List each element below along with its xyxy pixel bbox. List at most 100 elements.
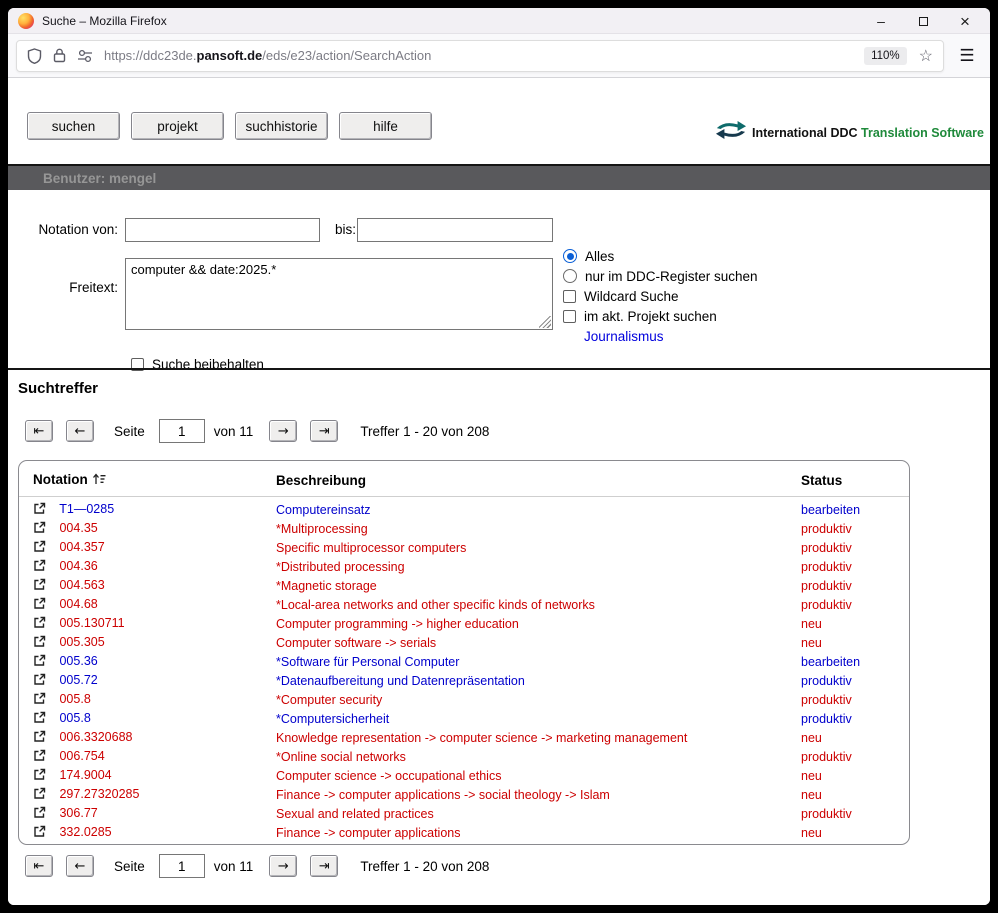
notation-von-input[interactable]: [125, 218, 320, 242]
row-beschreibung-link[interactable]: Computer programming -> higher education: [276, 617, 519, 631]
external-link-icon[interactable]: [33, 806, 46, 824]
external-link-icon[interactable]: [33, 711, 46, 729]
row-notation-link[interactable]: T1—0285: [59, 502, 114, 516]
row-beschreibung-link[interactable]: *Online social networks: [276, 750, 406, 764]
user-bar: Benutzer: mengel: [8, 166, 990, 190]
row-beschreibung-link[interactable]: *Computer security: [276, 693, 382, 707]
lock-icon[interactable]: [53, 48, 66, 63]
external-link-icon[interactable]: [33, 692, 46, 710]
external-link-icon[interactable]: [33, 654, 46, 672]
row-beschreibung-link[interactable]: Specific multiprocessor computers: [276, 541, 466, 555]
external-link-icon[interactable]: [33, 787, 46, 805]
external-link-icon[interactable]: [33, 540, 46, 558]
external-link-icon[interactable]: [33, 578, 46, 596]
row-beschreibung-link[interactable]: Finance -> computer applications -> soci…: [276, 788, 610, 802]
row-notation-link[interactable]: 306.77: [59, 806, 97, 820]
nav-button-suchhistorie[interactable]: suchhistorie: [235, 112, 328, 140]
row-notation-link[interactable]: 006.3320688: [59, 730, 132, 744]
row-notation-link[interactable]: 332.0285: [59, 825, 111, 839]
permissions-icon[interactable]: [77, 49, 93, 63]
nav-button-suchen[interactable]: suchen: [27, 112, 120, 140]
row-beschreibung-link[interactable]: Finance -> computer applications: [276, 826, 460, 840]
row-beschreibung-link[interactable]: *Magnetic storage: [276, 579, 377, 593]
prev-page-button[interactable]: ←: [66, 420, 94, 442]
table-row: 332.0285 Finance -> computer application…: [19, 824, 909, 843]
page-number-input[interactable]: [159, 419, 205, 443]
column-header-beschreibung[interactable]: Beschreibung: [276, 466, 801, 497]
prev-page-button[interactable]: ←: [66, 855, 94, 877]
alles-radio[interactable]: [563, 249, 577, 263]
projekt-link[interactable]: Journalismus: [584, 329, 664, 344]
external-link-icon[interactable]: [33, 616, 46, 634]
table-row: 174.9004 Computer science -> occupationa…: [19, 767, 909, 786]
minimize-button[interactable]: –: [860, 8, 902, 34]
row-beschreibung-link[interactable]: *Multiprocessing: [276, 522, 368, 536]
row-beschreibung-link[interactable]: Computer science -> occupational ethics: [276, 769, 501, 783]
last-page-button[interactable]: ⇥: [310, 420, 338, 442]
page-number-input[interactable]: [159, 854, 205, 878]
row-notation-link[interactable]: 005.130711: [59, 616, 124, 630]
first-page-button[interactable]: ⇤: [25, 420, 53, 442]
bookmark-star-icon[interactable]: ☆: [919, 46, 933, 66]
freitext-input[interactable]: computer && date:2025.*: [125, 258, 553, 330]
row-notation-link[interactable]: 004.35: [59, 521, 97, 535]
row-beschreibung-link[interactable]: Knowledge representation -> computer sci…: [276, 731, 687, 745]
register-radio[interactable]: [563, 269, 577, 283]
row-status: neu: [801, 769, 822, 783]
notation-bis-input[interactable]: [357, 218, 553, 242]
row-notation-link[interactable]: 005.36: [59, 654, 97, 668]
next-page-button[interactable]: →: [269, 855, 297, 877]
sort-ascending-icon[interactable]: [92, 473, 106, 488]
row-notation-link[interactable]: 006.754: [59, 749, 104, 763]
external-link-icon[interactable]: [33, 559, 46, 577]
external-link-icon[interactable]: [33, 635, 46, 653]
external-link-icon[interactable]: [33, 673, 46, 691]
row-beschreibung-link[interactable]: Computereinsatz: [276, 503, 371, 517]
pagination-top: ⇤ ← Seite von 11 → ⇥ Treffer 1 - 20 von …: [25, 419, 489, 443]
wildcard-checkbox[interactable]: [563, 290, 576, 303]
external-link-icon[interactable]: [33, 730, 46, 748]
nav-button-hilfe[interactable]: hilfe: [339, 112, 432, 140]
close-button[interactable]: ×: [944, 8, 986, 34]
projekt-checkbox[interactable]: [563, 310, 576, 323]
shield-icon[interactable]: [27, 48, 42, 64]
url-bar[interactable]: https://ddc23de.pansoft.de/eds/e23/actio…: [16, 40, 944, 72]
row-beschreibung-link[interactable]: Sexual and related practices: [276, 807, 434, 821]
row-beschreibung-link[interactable]: *Software für Personal Computer: [276, 655, 459, 669]
external-link-icon[interactable]: [33, 521, 46, 539]
row-notation-link[interactable]: 005.305: [59, 635, 104, 649]
row-beschreibung-link[interactable]: *Datenaufbereitung und Datenrepräsentati…: [276, 674, 525, 688]
external-link-icon[interactable]: [33, 844, 46, 845]
titlebar[interactable]: Suche – Mozilla Firefox – ×: [8, 8, 990, 34]
external-link-icon[interactable]: [33, 597, 46, 615]
row-notation-link[interactable]: 004.36: [59, 559, 97, 573]
row-notation-link[interactable]: 297.27320285: [59, 787, 139, 801]
external-link-icon[interactable]: [33, 502, 46, 520]
row-beschreibung-link[interactable]: *Distributed processing: [276, 560, 405, 574]
external-link-icon[interactable]: [33, 768, 46, 786]
nav-button-projekt[interactable]: projekt: [131, 112, 224, 140]
row-notation-link[interactable]: 174.9004: [59, 768, 111, 782]
zoom-indicator[interactable]: 110%: [864, 47, 907, 65]
first-page-button[interactable]: ⇤: [25, 855, 53, 877]
next-page-button[interactable]: →: [269, 420, 297, 442]
row-beschreibung-link[interactable]: Computer software -> serials: [276, 636, 436, 650]
url-text[interactable]: https://ddc23de.pansoft.de/eds/e23/actio…: [104, 48, 856, 63]
row-beschreibung-link[interactable]: *Computersicherheit: [276, 712, 389, 726]
row-beschreibung-link[interactable]: *Local-area networks and other specific …: [276, 598, 595, 612]
row-notation-link[interactable]: 004.357: [59, 540, 104, 554]
row-notation-link[interactable]: 004.563: [59, 578, 104, 592]
row-notation-link[interactable]: 005.8: [59, 711, 90, 725]
column-header-status[interactable]: Status: [801, 466, 909, 497]
row-status: produktiv: [801, 712, 852, 726]
last-page-button[interactable]: ⇥: [310, 855, 338, 877]
row-notation-link[interactable]: 005.72: [59, 673, 97, 687]
external-link-icon[interactable]: [33, 825, 46, 843]
row-notation-link[interactable]: 336.200285: [59, 844, 125, 845]
external-link-icon[interactable]: [33, 749, 46, 767]
row-notation-link[interactable]: 004.68: [59, 597, 97, 611]
row-notation-link[interactable]: 005.8: [59, 692, 90, 706]
column-header-notation[interactable]: Notation: [19, 466, 276, 497]
hamburger-menu-icon[interactable]: ☰: [952, 46, 982, 66]
maximize-button[interactable]: [902, 8, 944, 34]
